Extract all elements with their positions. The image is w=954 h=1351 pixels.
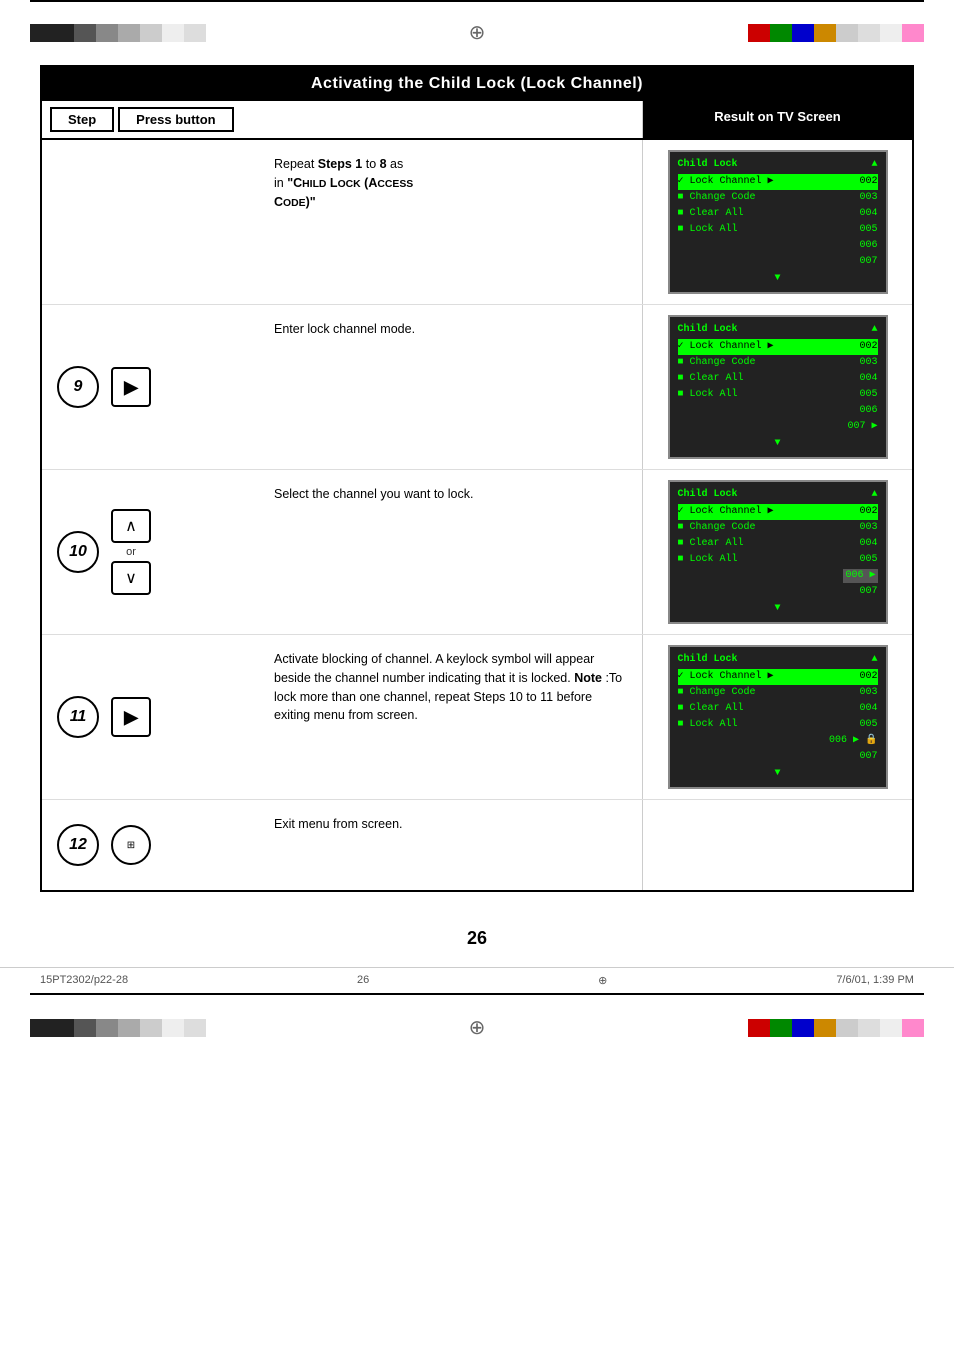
step-number-9: 9 xyxy=(57,366,99,408)
step-result-12 xyxy=(642,800,912,890)
main-content-box: Activating the Child Lock (Lock Channel)… xyxy=(40,65,914,892)
bottom-decorative-bar: ⊕ xyxy=(0,1015,954,1050)
down-arrow-button-10[interactable]: ∨ xyxy=(111,561,151,595)
tv-screen-9: Child Lock ▲ ✓ Lock Channel ▶ 002 ■ Chan… xyxy=(668,315,888,459)
step-desc-11: Activate blocking of channel. A keylock … xyxy=(262,635,642,799)
bottom-right-strip xyxy=(748,1019,924,1037)
footer-left: 15PT2302/p22-28 xyxy=(40,974,128,987)
step-left-9: 9 ▶ xyxy=(42,305,262,469)
crosshair-bottom-icon: ⊕ xyxy=(469,1017,486,1039)
step-row-10: 10 ∧ or ∨ Select the channel you want to… xyxy=(42,470,912,635)
left-color-strip xyxy=(30,24,206,42)
right-arrow-button-11[interactable]: ▶ xyxy=(111,697,151,737)
top-decorative-bar: ⊕ xyxy=(0,2,954,45)
col-step-header: Step Press button xyxy=(42,101,262,138)
footer: 15PT2302/p22-28 26 ⊕ 7/6/01, 1:39 PM xyxy=(0,967,954,993)
page-title: Activating the Child Lock (Lock Channel) xyxy=(42,67,912,101)
or-text-10: or xyxy=(126,546,136,558)
step-result-11: Child Lock ▲ ✓ Lock Channel ▶ 002 ■ Chan… xyxy=(642,635,912,799)
col-result-header: Result on TV Screen xyxy=(642,101,912,138)
updown-group-10: ∧ or ∨ xyxy=(111,509,151,595)
column-headers: Step Press button Result on TV Screen xyxy=(42,101,912,140)
step-label: Step xyxy=(50,107,114,132)
step-desc-intro: Repeat Steps 1 to 8 asin "CHILD LOCK (AC… xyxy=(262,140,642,304)
step-desc-9: Enter lock channel mode. xyxy=(262,305,642,469)
step-number-10: 10 xyxy=(57,531,99,573)
step-result-10: Child Lock ▲ ✓ Lock Channel ▶ 002 ■ Chan… xyxy=(642,470,912,634)
step-left-10: 10 ∧ or ∨ xyxy=(42,470,262,634)
tv-screen-intro: Child Lock ▲ ✓ Lock Channel ▶ 002 ■ Chan… xyxy=(668,150,888,294)
col-desc-header xyxy=(262,101,642,138)
step-row-12: 12 ⊞ Exit menu from screen. xyxy=(42,800,912,890)
tv-screen-10: Child Lock ▲ ✓ Lock Channel ▶ 002 ■ Chan… xyxy=(668,480,888,624)
up-arrow-button-10[interactable]: ∧ xyxy=(111,509,151,543)
step-row-intro: Repeat Steps 1 to 8 asin "CHILD LOCK (AC… xyxy=(42,140,912,305)
menu-button-12[interactable]: ⊞ xyxy=(111,825,151,865)
press-button-label: Press button xyxy=(118,107,233,132)
bottom-left-strip xyxy=(30,1019,206,1037)
crosshair-bottom: ⊕ xyxy=(598,974,607,987)
right-arrow-button-9[interactable]: ▶ xyxy=(111,367,151,407)
step-result-9: Child Lock ▲ ✓ Lock Channel ▶ 002 ■ Chan… xyxy=(642,305,912,469)
tv-screen-11: Child Lock ▲ ✓ Lock Channel ▶ 002 ■ Chan… xyxy=(668,645,888,789)
step-desc-10: Select the channel you want to lock. xyxy=(262,470,642,634)
step-left-11: 11 ▶ xyxy=(42,635,262,799)
step-left-12: 12 ⊞ xyxy=(42,800,262,890)
step-left-intro xyxy=(42,140,262,304)
step-number-12: 12 xyxy=(57,824,99,866)
crosshair-icon: ⊕ xyxy=(469,22,486,44)
right-color-strip xyxy=(748,24,924,42)
page-number: 26 xyxy=(0,912,954,957)
footer-center: 26 xyxy=(357,974,369,987)
step-row-9: 9 ▶ Enter lock channel mode. Child Lock … xyxy=(42,305,912,470)
footer-right: 7/6/01, 1:39 PM xyxy=(836,974,914,987)
step-desc-12: Exit menu from screen. xyxy=(262,800,642,890)
step-number-11: 11 xyxy=(57,696,99,738)
step-result-intro: Child Lock ▲ ✓ Lock Channel ▶ 002 ■ Chan… xyxy=(642,140,912,304)
step-row-11: 11 ▶ Activate blocking of channel. A key… xyxy=(42,635,912,800)
